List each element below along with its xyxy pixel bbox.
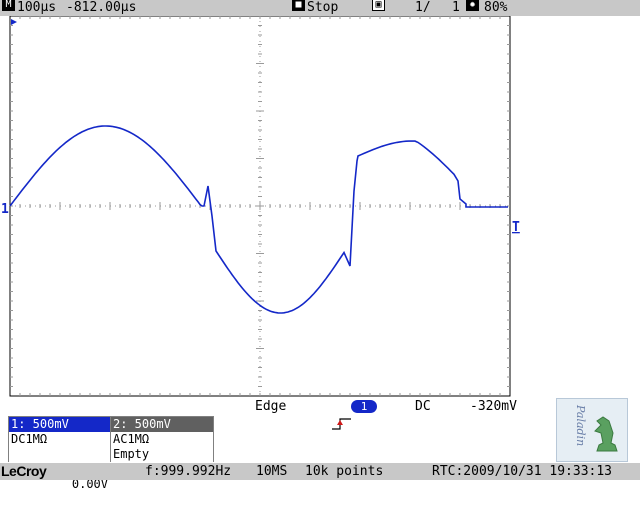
lecroy-logo: LeCroy bbox=[1, 463, 47, 479]
channel-1-panel[interactable]: 1: 500mV DC1MΩ ofs 0.00V bbox=[8, 416, 111, 507]
record-length[interactable]: 10k points bbox=[305, 463, 383, 480]
top-status-bar: M 100µs -812.00µs ■ Stop ▣ 1/ 1 ✹ 80% bbox=[0, 0, 640, 16]
waveform-display[interactable]: 1 T bbox=[0, 16, 640, 398]
trigger-level[interactable]: -320mV bbox=[470, 398, 517, 416]
bottom-status-bar: LeCroy f:999.992Hz 10MS 10k points RTC:2… bbox=[0, 463, 640, 480]
timebase-value[interactable]: 100µs bbox=[17, 0, 56, 16]
frequency-readout: f:999.992Hz bbox=[145, 464, 232, 479]
paladin-logo-text: Paladin bbox=[574, 404, 587, 446]
channel-1-coupling: DC1MΩ bbox=[9, 432, 110, 447]
acquisition-total: 1 bbox=[452, 0, 460, 15]
real-time-clock: RTC:2009/10/31 19:33:13 bbox=[432, 464, 613, 479]
delay-value[interactable]: -812.00µs bbox=[66, 0, 136, 16]
sample-rate[interactable]: 10MS bbox=[256, 463, 287, 480]
channel-2-panel[interactable]: 2: 500mV AC1MΩ Empty bbox=[110, 416, 214, 462]
trigger-info: Edge 1 DC -320mV bbox=[0, 398, 556, 430]
brightness-value[interactable]: 80% bbox=[484, 0, 507, 16]
acquisition-count: 1/ bbox=[415, 0, 431, 15]
knight-icon bbox=[594, 416, 618, 452]
channel-2-coupling: AC1MΩ bbox=[111, 432, 213, 447]
trigger-mode[interactable]: Edge bbox=[255, 398, 286, 416]
channel-2-header: 2: 500mV bbox=[111, 417, 213, 432]
channel-2-status: Empty bbox=[111, 447, 213, 462]
trigger-coupling[interactable]: DC bbox=[415, 398, 431, 416]
run-state[interactable]: Stop bbox=[307, 0, 338, 16]
channel-1-ground-marker[interactable]: 1 bbox=[1, 202, 9, 217]
paladin-logo: Paladin bbox=[556, 398, 628, 462]
channel-1-header: 1: 500mV bbox=[9, 417, 110, 432]
trigger-level-marker[interactable]: T bbox=[512, 220, 520, 235]
rising-edge-icon bbox=[300, 399, 353, 455]
